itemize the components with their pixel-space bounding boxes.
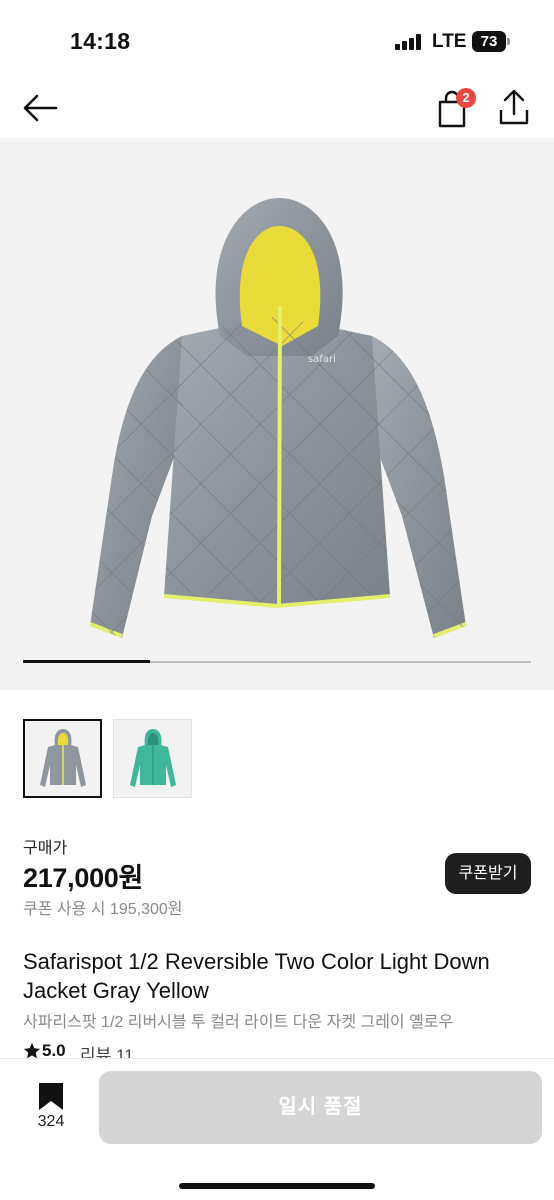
thumbnail-image <box>39 728 86 787</box>
bookmark-count: 324 <box>37 1113 65 1130</box>
signal-icon <box>395 34 423 50</box>
back-button[interactable] <box>20 90 60 126</box>
price-label: 구매가 <box>23 840 68 857</box>
product-title: Safarispot 1/2 Reversible Two Color Ligh… <box>23 949 490 1003</box>
nav-bar: 2 <box>0 78 554 138</box>
sold-out-button[interactable]: 일시 품절 <box>99 1071 542 1144</box>
bookmark-icon <box>39 1083 63 1110</box>
cart-count-badge: 2 <box>456 88 476 108</box>
image-progress-fill <box>23 660 150 663</box>
battery-level: 73 <box>472 31 506 52</box>
share-icon <box>499 89 529 125</box>
thumbnail-gray-yellow[interactable] <box>23 719 102 798</box>
arrow-left-icon <box>23 94 58 122</box>
coupon-price: 쿠폰 사용 시 195,300원 <box>23 901 183 918</box>
bookmark-button[interactable]: 324 <box>26 1081 76 1133</box>
thumbnail-image <box>129 728 176 787</box>
bottom-action-bar: 324 일시 품절 <box>0 1058 554 1200</box>
status-time: 14:18 <box>70 28 131 54</box>
product-title-korean: 사파리스팟 1/2 리버시블 투 컬러 라이트 다운 자켓 그레이 옐로우 <box>23 1014 454 1031</box>
home-indicator <box>179 1183 375 1189</box>
status-bar: 14:18 LTE 73 <box>0 0 554 78</box>
share-button[interactable] <box>496 88 532 128</box>
battery-icon: 73 <box>472 31 510 52</box>
product-image-jacket: safari <box>89 198 467 638</box>
image-progress-bar <box>23 660 531 663</box>
svg-text:safari: safari <box>308 354 336 365</box>
cart-button[interactable]: 2 <box>434 86 478 128</box>
product-image-carousel[interactable]: safari <box>0 138 554 690</box>
price-value: 217,000원 <box>23 863 144 893</box>
thumbnail-green[interactable] <box>113 719 192 798</box>
network-type: LTE <box>432 31 467 52</box>
get-coupon-button[interactable]: 쿠폰받기 <box>445 853 531 894</box>
